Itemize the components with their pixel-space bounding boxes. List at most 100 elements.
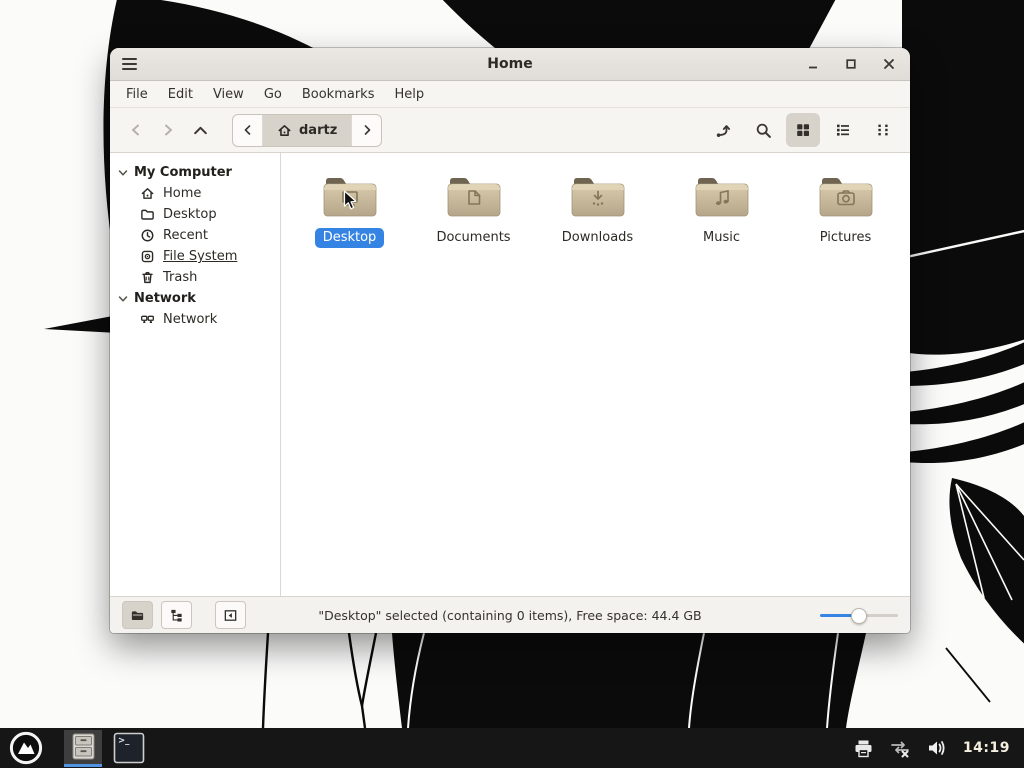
sidebar-section-network[interactable]: Network [110, 288, 280, 309]
chevron-down-icon [118, 295, 128, 302]
sidebar-item-label: Desktop [163, 207, 217, 222]
zoom-slider-knob[interactable] [851, 607, 867, 624]
home-icon [278, 124, 291, 136]
file-cabinet-icon [72, 733, 94, 760]
toggle-side-pane-button[interactable] [215, 601, 246, 629]
file-item-desktop[interactable]: Desktop [297, 173, 402, 249]
printer-tray-button[interactable] [853, 738, 874, 759]
trash-icon [142, 271, 153, 284]
side-pane-toggle-icon [224, 609, 237, 621]
taskbar: >_ 14:19 [0, 728, 1024, 768]
sidebar-section-label: Network [134, 291, 196, 306]
sidebar-section-my-computer[interactable]: My Computer [110, 162, 280, 183]
taskbar-file-manager-button[interactable] [64, 729, 102, 767]
terminal-icon: >_ [113, 732, 145, 764]
path-scroll-left-button[interactable] [233, 114, 263, 146]
minimize-button[interactable] [804, 55, 822, 73]
network-offline-icon [891, 741, 909, 758]
forward-icon [165, 124, 172, 136]
search-button[interactable] [746, 113, 780, 147]
file-label: Downloads [561, 230, 634, 245]
list-view-icon [837, 124, 849, 136]
sidebar-item-label: Recent [163, 228, 208, 243]
compact-view-icon [878, 124, 888, 136]
folder-downloads-icon [571, 178, 624, 217]
sidebar-item-recent[interactable]: Recent [110, 225, 280, 246]
close-button[interactable] [880, 55, 898, 73]
list-view-button[interactable] [826, 113, 860, 147]
show-places-button[interactable] [122, 601, 153, 629]
sidebar-section-label: My Computer [134, 165, 232, 180]
jump-to-icon [716, 124, 730, 137]
sidebar: My Computer Home Desktop Recent File Sys… [110, 153, 281, 596]
volume-icon [928, 741, 945, 755]
file-item-downloads[interactable]: Downloads [545, 173, 650, 248]
icon-view-button[interactable] [786, 113, 820, 147]
network-icon [141, 315, 154, 323]
distro-logo-icon [9, 731, 43, 765]
menubar: File Edit View Go Bookmarks Help [110, 81, 910, 108]
close-icon [884, 59, 894, 69]
home-icon [141, 188, 154, 199]
statusbar: "Desktop" selected (containing 0 items),… [110, 596, 910, 633]
sidebar-item-label: Network [163, 312, 218, 327]
file-item-music[interactable]: Music [669, 173, 774, 248]
window-body: My Computer Home Desktop Recent File Sys… [110, 153, 910, 596]
file-manager-window: Home File Edit View Go Bookmarks Help da… [110, 48, 910, 633]
toolbar: dartz [110, 108, 910, 153]
directory-tree-icon [171, 609, 182, 621]
up-icon [193, 126, 207, 134]
system-tray: 14:19 [853, 737, 1016, 759]
file-label: Music [703, 230, 740, 245]
app-menu-button[interactable] [8, 730, 44, 766]
taskbar-clock[interactable]: 14:19 [963, 740, 1010, 756]
show-directory-tree-button[interactable] [161, 601, 192, 629]
path-bar: dartz [232, 113, 383, 147]
forward-button[interactable] [152, 114, 184, 146]
back-button[interactable] [120, 114, 152, 146]
chevron-right-icon [364, 125, 371, 135]
maximize-icon [846, 59, 856, 69]
compact-view-button[interactable] [866, 113, 900, 147]
file-view[interactable]: Desktop Documents Downloads Music Pictur… [281, 153, 910, 596]
sidebar-item-trash[interactable]: Trash [110, 267, 280, 288]
file-item-pictures[interactable]: Pictures [793, 173, 898, 248]
chevron-left-icon [244, 125, 250, 135]
sidebar-item-desktop[interactable]: Desktop [110, 204, 280, 225]
menu-help[interactable]: Help [384, 84, 434, 105]
minimize-icon [809, 66, 817, 69]
path-scroll-right-button[interactable] [351, 114, 381, 146]
search-icon [756, 123, 771, 138]
clock-icon [141, 229, 154, 242]
jump-to-path-button[interactable] [706, 113, 740, 147]
network-tray-button[interactable] [889, 737, 911, 759]
folder-documents-icon [447, 178, 500, 217]
window-controls [804, 55, 898, 73]
volume-tray-button[interactable] [926, 737, 948, 759]
folder-music-icon [695, 178, 748, 217]
status-text: "Desktop" selected (containing 0 items),… [318, 607, 702, 623]
up-button[interactable] [184, 114, 216, 146]
sidebar-item-label: Home [163, 186, 202, 201]
chevron-down-icon [118, 169, 128, 176]
file-item-documents[interactable]: Documents [421, 173, 526, 248]
menu-view[interactable]: View [203, 84, 254, 105]
sidebar-item-home[interactable]: Home [110, 183, 280, 204]
menu-go[interactable]: Go [254, 84, 292, 105]
menu-file[interactable]: File [116, 84, 158, 105]
hamburger-menu-button[interactable] [122, 54, 148, 74]
path-segment-home[interactable]: dartz [263, 114, 352, 146]
zoom-slider[interactable] [820, 605, 898, 625]
sidebar-item-network[interactable]: Network [110, 309, 280, 330]
maximize-button[interactable] [842, 55, 860, 73]
sidebar-item-label: Trash [163, 270, 198, 285]
titlebar[interactable]: Home [110, 48, 910, 81]
sidebar-item-file-system[interactable]: File System [110, 246, 280, 267]
taskbar-terminal-button[interactable]: >_ [112, 731, 146, 765]
desktop: Home File Edit View Go Bookmarks Help da… [0, 0, 1024, 768]
file-label: Desktop [314, 228, 385, 249]
menu-edit[interactable]: Edit [158, 84, 203, 105]
menu-bookmarks[interactable]: Bookmarks [292, 84, 385, 105]
folder-pictures-icon [819, 178, 872, 217]
terminal-prompt-glyph: >_ [118, 736, 130, 746]
